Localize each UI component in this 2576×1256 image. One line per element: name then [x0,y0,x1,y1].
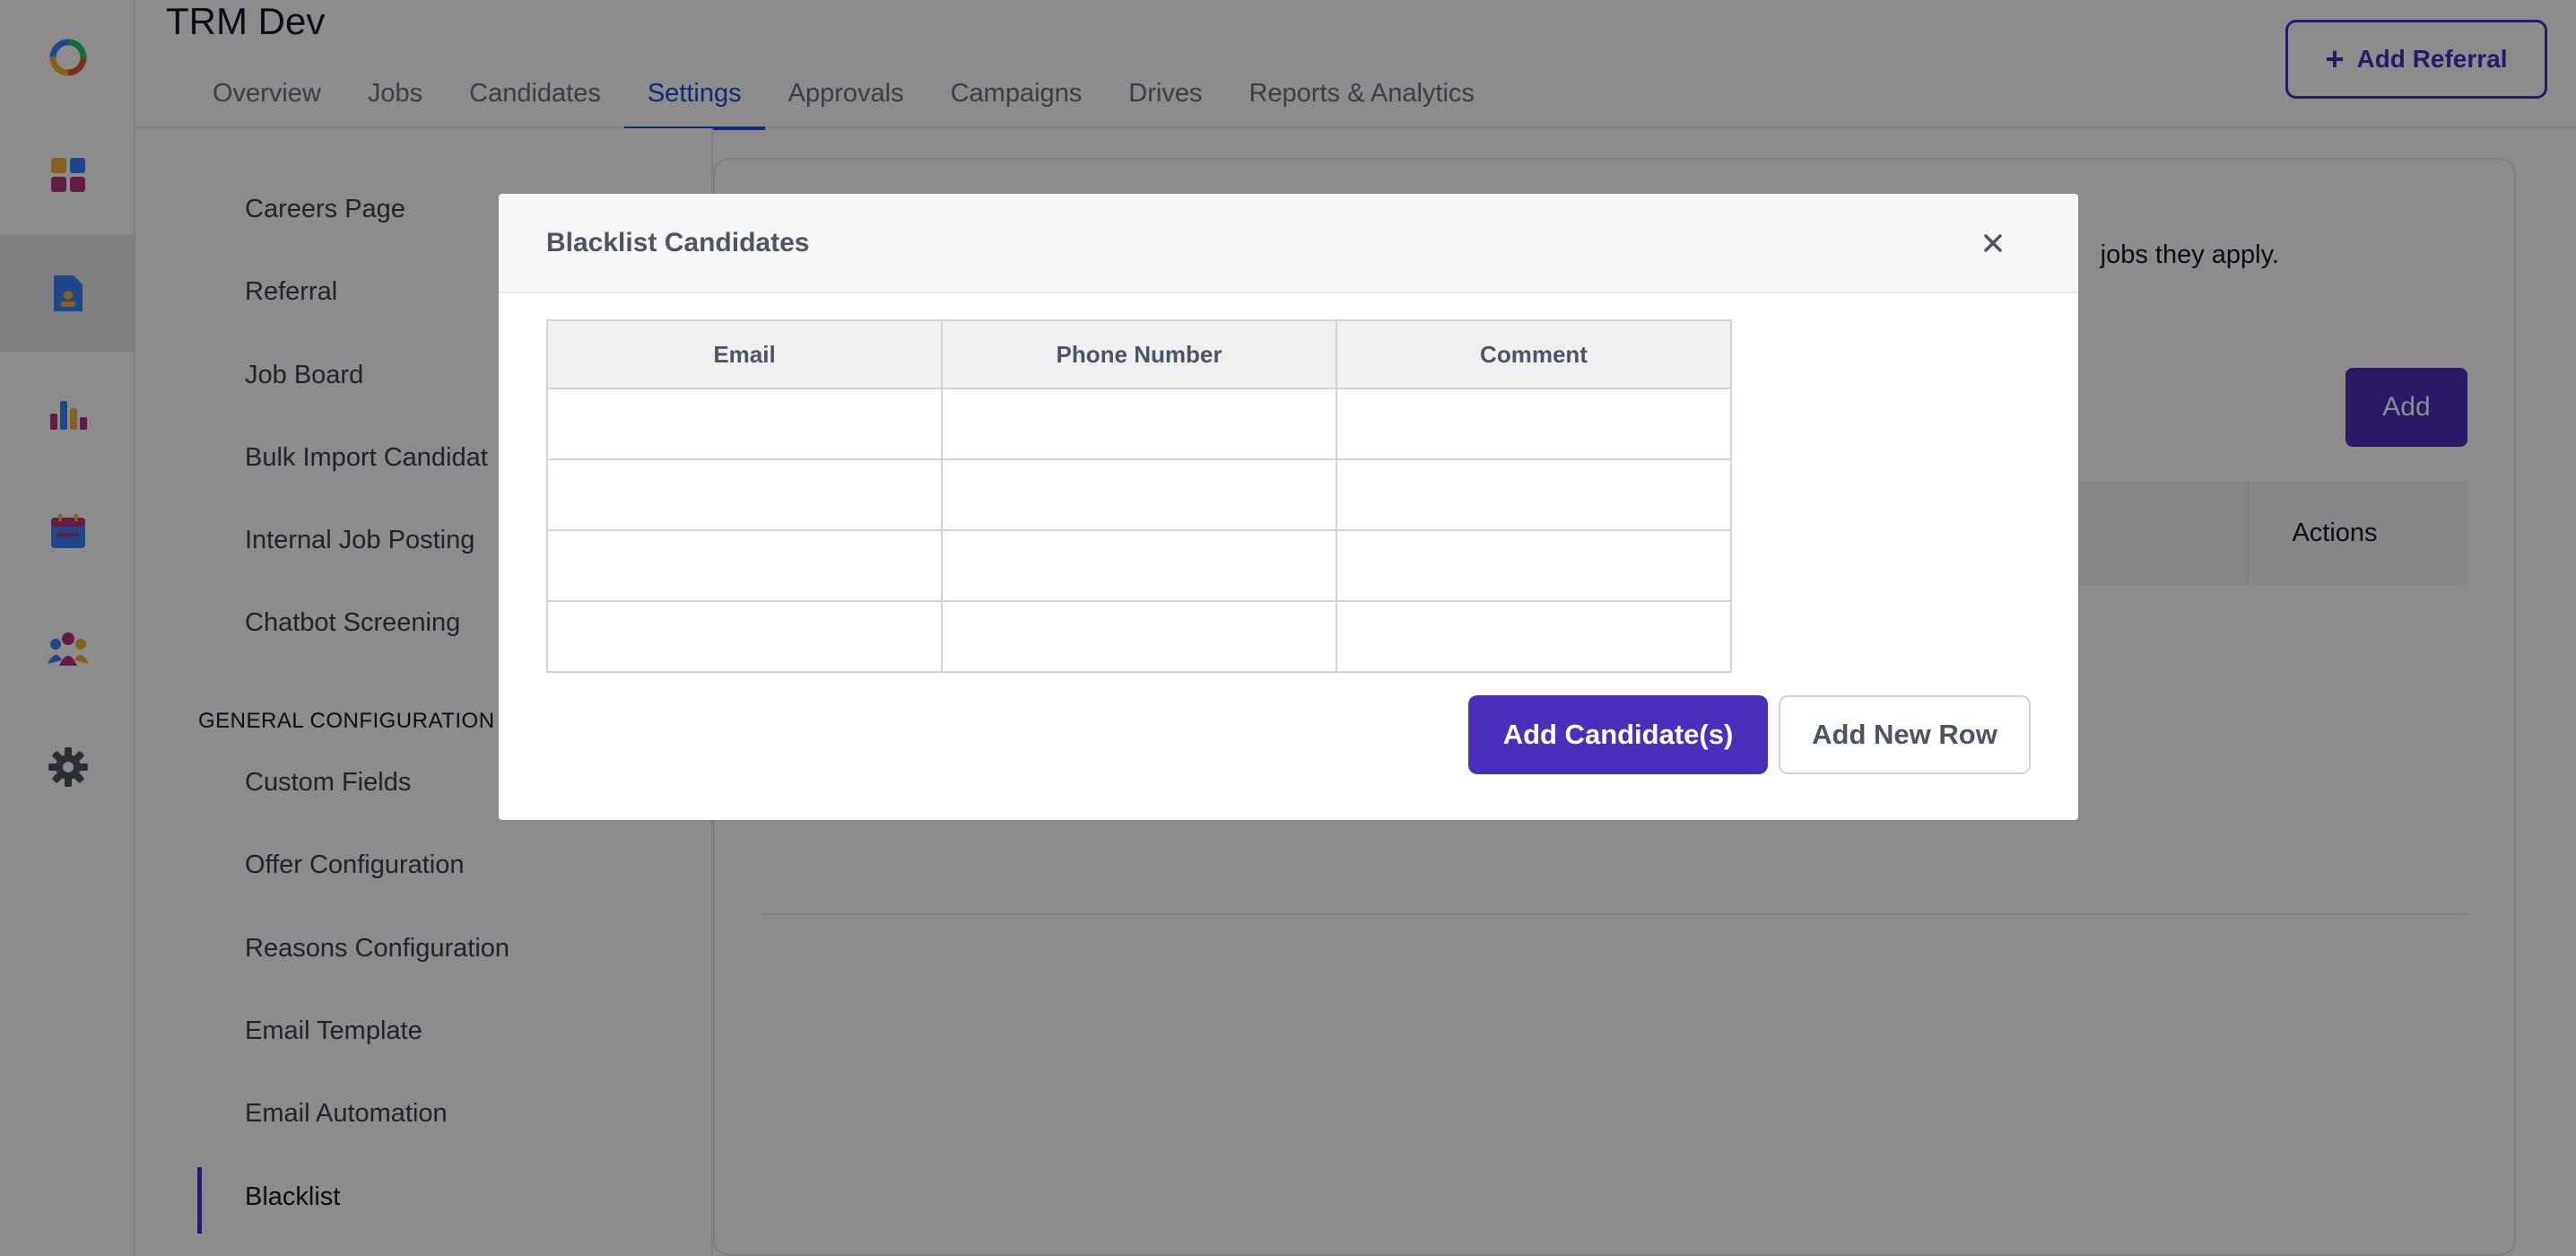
email-cell[interactable] [546,600,943,673]
comment-cell[interactable] [1336,458,1732,531]
close-icon[interactable] [1971,221,2015,266]
table-row [546,388,1732,460]
table-header-row: Email Phone Number Comment [546,319,1732,389]
email-cell[interactable] [546,529,943,602]
email-cell[interactable] [546,388,943,460]
email-cell[interactable] [546,458,943,531]
phone-number-cell[interactable] [941,600,1337,673]
phone-number-cell[interactable] [941,388,1337,460]
add-new-row-button[interactable]: Add New Row [1779,695,2031,774]
table-row [546,600,1732,673]
candidates-entry-table: Email Phone Number Comment [546,319,1732,673]
comment-cell[interactable] [1336,388,1732,460]
table-row [546,529,1732,602]
phone-number-cell[interactable] [941,458,1337,531]
comment-cell[interactable] [1336,529,1732,602]
column-header-email: Email [546,319,943,389]
phone-number-cell[interactable] [941,529,1337,602]
modal-header: Blacklist Candidates [499,194,2078,293]
blacklist-candidates-modal: Blacklist Candidates Email Phone Number … [499,194,2078,820]
comment-cell[interactable] [1336,600,1732,673]
modal-title: Blacklist Candidates [546,228,810,257]
column-header-comment: Comment [1336,319,1732,389]
column-header-phone-number: Phone Number [941,319,1337,389]
add-candidates-button[interactable]: Add Candidate(s) [1468,695,1768,774]
table-row [546,458,1732,531]
